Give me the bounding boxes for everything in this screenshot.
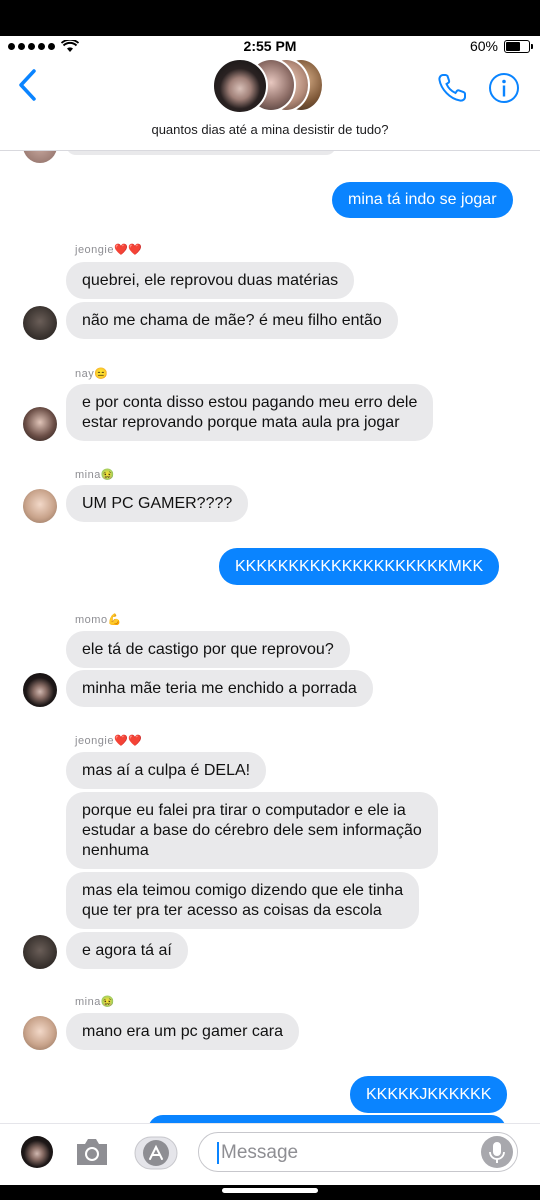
partial-sent-bubble bbox=[148, 1115, 506, 1123]
sender-name: jeongie❤️❤️ bbox=[75, 735, 143, 747]
message-bubble-received[interactable]: porque eu falei pra tirar o computador e… bbox=[66, 792, 438, 869]
message-bubble-sent[interactable]: KKKKKKKKKKKKKKKKKKKKMKK bbox=[219, 548, 500, 585]
composer-bar: Message bbox=[0, 1123, 540, 1186]
back-chevron-icon[interactable] bbox=[16, 68, 40, 102]
message-placeholder: Message bbox=[221, 1142, 299, 1163]
app-store-icon[interactable] bbox=[134, 1136, 178, 1170]
home-indicator-area bbox=[0, 1185, 540, 1200]
conversation-title[interactable]: quantos dias até a mina desistir de tudo… bbox=[0, 122, 540, 137]
avatar-jeongie bbox=[23, 935, 57, 969]
battery-percent: 60% bbox=[469, 38, 498, 54]
battery-icon bbox=[504, 39, 533, 53]
status-bar: 2:55 PM 60% bbox=[0, 36, 540, 58]
info-icon[interactable] bbox=[488, 72, 520, 104]
message-bubble-received[interactable]: quebrei, ele reprovou duas matérias bbox=[66, 262, 355, 299]
message-bubble-received[interactable]: mas aí a culpa é DELA! bbox=[66, 752, 267, 789]
sender-name: mina🤢 bbox=[75, 996, 116, 1008]
message-bubble-sent[interactable]: KKKKKJKKKKKK bbox=[350, 1076, 508, 1113]
partial-avatar bbox=[23, 151, 57, 163]
text-cursor bbox=[217, 1142, 219, 1164]
phone-icon[interactable] bbox=[436, 72, 468, 104]
message-bubble-received[interactable]: não me chama de mãe? é meu filho então bbox=[66, 302, 398, 339]
message-input[interactable]: Message bbox=[198, 1132, 518, 1172]
camera-icon[interactable] bbox=[74, 1136, 110, 1168]
top-black-bar bbox=[0, 0, 540, 36]
avatar-jeongie bbox=[23, 306, 57, 340]
sender-name: mina🤢 bbox=[75, 469, 116, 481]
avatar-mina bbox=[23, 1016, 57, 1050]
message-list[interactable]: mina tá indo se jogar jeongie❤️❤️ quebre… bbox=[0, 151, 540, 1123]
home-indicator[interactable] bbox=[222, 1188, 318, 1193]
message-bubble-received[interactable]: e agora tá aí bbox=[66, 932, 188, 969]
sender-name: jeongie❤️❤️ bbox=[75, 244, 143, 256]
profile-avatar-button[interactable] bbox=[21, 1136, 53, 1168]
message-bubble-received[interactable]: mas ela teimou comigo dizendo que ele ti… bbox=[66, 872, 420, 929]
status-time: 2:55 PM bbox=[243, 38, 297, 54]
message-bubble-received[interactable]: mano era um pc gamer cara bbox=[66, 1013, 299, 1050]
conversation-header: quantos dias até a mina desistir de tudo… bbox=[0, 58, 540, 151]
message-bubble-received[interactable]: minha mãe teria me enchido a porrada bbox=[66, 670, 373, 707]
message-bubble-received[interactable]: ele tá de castigo por que reprovou? bbox=[66, 631, 350, 668]
avatar-nay bbox=[23, 407, 57, 441]
avatar-momo bbox=[23, 673, 57, 707]
message-bubble-sent[interactable]: mina tá indo se jogar bbox=[332, 182, 513, 218]
microphone-icon[interactable] bbox=[481, 1136, 513, 1168]
message-bubble-received[interactable]: UM PC GAMER???? bbox=[66, 485, 249, 522]
message-bubble-received[interactable]: e por conta disso estou pagando meu erro… bbox=[66, 384, 434, 441]
battery-area: 60% bbox=[469, 38, 533, 54]
sender-name: nay😑 bbox=[75, 368, 109, 380]
group-avatar-1 bbox=[212, 58, 268, 114]
sender-name: momo💪 bbox=[75, 614, 122, 626]
group-avatars[interactable] bbox=[212, 58, 332, 116]
avatar-mina bbox=[23, 489, 57, 523]
partial-received-bubble bbox=[66, 151, 336, 155]
